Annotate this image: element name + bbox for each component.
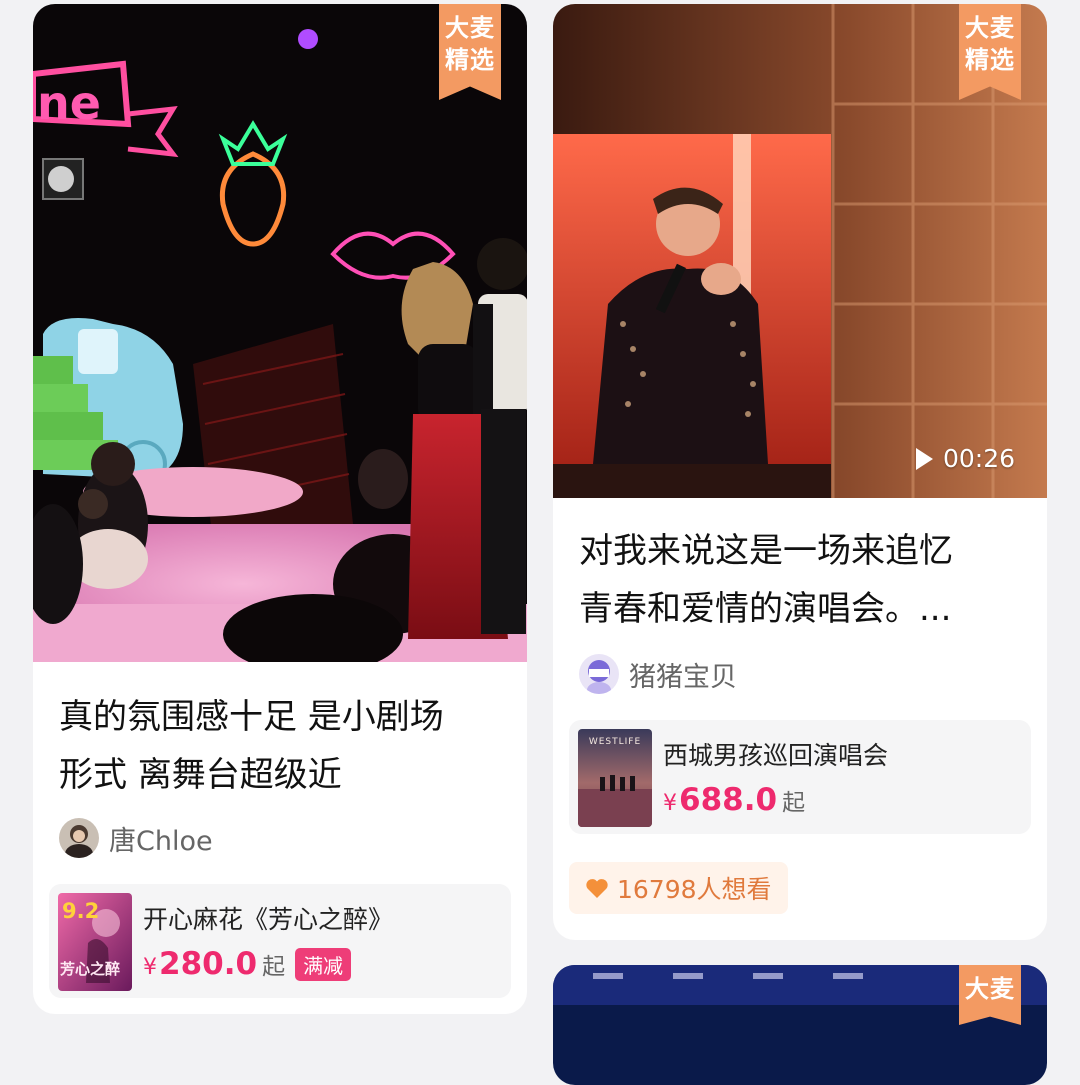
- promo-tag: 满减: [295, 947, 352, 981]
- title-line-2: 青春和爱情的演唱会。...: [579, 589, 952, 629]
- title-line-1: 真的氛围感十足 是小剧场: [59, 697, 444, 737]
- price-currency: ¥: [143, 955, 157, 980]
- badge-line-1: 大麦: [965, 14, 1015, 42]
- author-name: 唐Chloe: [109, 825, 213, 857]
- damai-featured-badge: 大麦: [959, 965, 1021, 1025]
- want-to-see-count[interactable]: 16798人想看: [569, 862, 788, 914]
- product-poster: 9.2 芳心之醉: [58, 893, 132, 991]
- poster-title-text: WESTLIFE: [588, 737, 642, 747]
- product-card[interactable]: 9.2 芳心之醉 开心麻花《芳心之醉》 ¥ 280.0 起 满减: [49, 884, 511, 998]
- price-suffix: 起: [782, 790, 806, 816]
- card-title: 对我来说这是一场来追忆 青春和爱情的演唱会。...: [579, 522, 1027, 638]
- svg-text:ne: ne: [37, 76, 101, 130]
- poster-title-text: 芳心之醉: [60, 960, 121, 978]
- duration-text: 00:26: [942, 444, 1015, 473]
- avatar: [59, 818, 99, 858]
- product-name: 开心麻花《芳心之醉》: [143, 905, 394, 934]
- avatar-image: [59, 818, 99, 858]
- feed-card-right[interactable]: 大麦 精选 00:26 对我来说这是一场来追忆 青春和爱情的演唱会。... 猪猪…: [553, 4, 1047, 940]
- product-price: ¥ 688.0 起: [663, 782, 805, 818]
- feed-card-left[interactable]: ne 大麦 精选 真的氛围感十足 是小剧场 形式 离舞台超级近 唐Chloe 9…: [33, 4, 527, 1014]
- concert-stage-photo: ne: [33, 4, 527, 662]
- poster-score: 9.2: [62, 899, 100, 923]
- badge-line-2: 精选: [965, 46, 1015, 74]
- product-poster: WESTLIFE: [578, 729, 652, 827]
- badge-line-2: 精选: [445, 46, 495, 74]
- card-cover-image[interactable]: ne 大麦 精选: [33, 4, 527, 662]
- card-author[interactable]: 唐Chloe: [59, 818, 213, 858]
- product-name: 西城男孩巡回演唱会: [663, 741, 889, 770]
- product-price: ¥ 280.0 起 满减: [143, 946, 352, 982]
- price-suffix: 起: [262, 954, 286, 980]
- video-duration: 00:26: [915, 444, 1015, 473]
- product-card[interactable]: WESTLIFE 西城男孩巡回演唱会 ¥ 688.0 起: [569, 720, 1031, 834]
- feed-card-next[interactable]: 大麦: [553, 965, 1047, 1085]
- heart-icon: [586, 879, 608, 898]
- card-title: 真的氛围感十足 是小剧场 形式 离舞台超级近: [59, 688, 507, 804]
- damai-featured-badge: 大麦 精选: [439, 4, 501, 100]
- price-value: 280.0: [159, 946, 258, 982]
- want-count-text: 16798人想看: [617, 875, 772, 904]
- card-cover-video[interactable]: 大麦 精选 00:26: [553, 4, 1047, 498]
- author-name: 猪猪宝贝: [629, 661, 737, 693]
- card-author[interactable]: 猪猪宝贝: [579, 654, 737, 694]
- play-icon: [915, 447, 933, 470]
- badge-line-1: 大麦: [445, 14, 495, 42]
- damai-featured-badge: 大麦 精选: [959, 4, 1021, 100]
- price-currency: ¥: [663, 791, 677, 816]
- badge-line-1: 大麦: [965, 975, 1015, 1003]
- price-value: 688.0: [679, 782, 778, 818]
- avatar-image: [579, 654, 619, 694]
- avatar: [579, 654, 619, 694]
- title-line-2: 形式 离舞台超级近: [59, 755, 342, 795]
- title-line-1: 对我来说这是一场来追忆: [579, 531, 953, 571]
